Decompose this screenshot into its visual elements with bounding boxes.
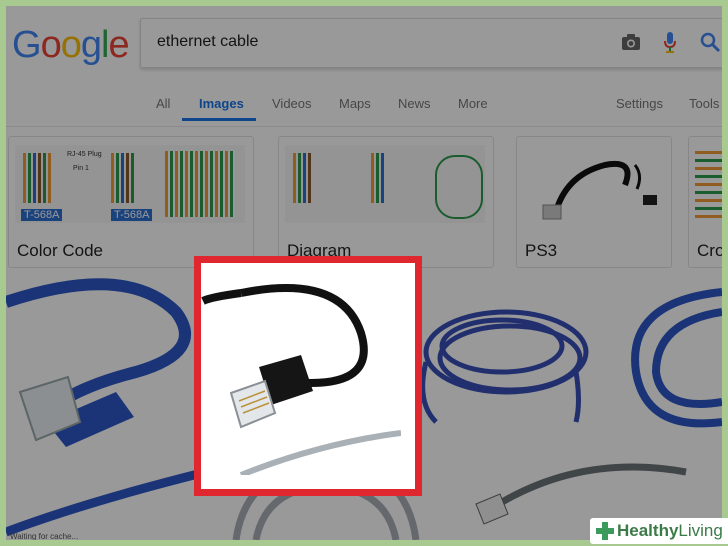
- tools-link[interactable]: Tools: [689, 96, 719, 111]
- wiring-diagram-image: RJ-45 Plug Pin 1 T-568A T-568A: [15, 145, 245, 223]
- logo-letter: o: [60, 24, 82, 66]
- logo-letter: o: [40, 24, 62, 66]
- microphone-icon[interactable]: [663, 31, 677, 58]
- related-chip-crossover[interactable]: Cro: [688, 136, 722, 268]
- chip-label: Color Code: [17, 241, 103, 260]
- logo-letter: g: [80, 24, 102, 66]
- cable-loop-image: [435, 155, 483, 219]
- search-input[interactable]: ethernet cable: [157, 33, 258, 51]
- image-result-blue-patch-cable[interactable]: [616, 282, 722, 452]
- image-result-blue-cable[interactable]: [6, 272, 206, 540]
- active-tab-indicator: [182, 118, 256, 121]
- related-chip-diagram[interactable]: Diagram: [278, 136, 494, 268]
- status-bar-text: Waiting for cache...: [10, 532, 79, 540]
- search-icon[interactable]: [699, 31, 721, 58]
- plus-logo-icon: [596, 522, 614, 540]
- related-chip-ps3[interactable]: PS3: [516, 136, 672, 268]
- logo-letter: e: [108, 24, 129, 66]
- logo-letter: G: [12, 24, 42, 66]
- diagram-standard-label: T-568A: [21, 209, 63, 221]
- brand-name-light: Living: [678, 521, 723, 540]
- diagram-standard-label: T-568A: [111, 209, 153, 221]
- related-chip-color-code[interactable]: RJ-45 Plug Pin 1 T-568A T-568A Color Cod…: [8, 136, 254, 268]
- image-result-coiled-blue-cable[interactable]: [406, 292, 606, 442]
- camera-icon[interactable]: [621, 33, 641, 56]
- tab-videos[interactable]: Videos: [272, 96, 312, 111]
- tab-all[interactable]: All: [156, 96, 170, 111]
- diagram-pin-label: Pin 1: [73, 165, 89, 172]
- tab-images[interactable]: Images: [199, 96, 244, 111]
- search-box[interactable]: ethernet cable: [140, 18, 722, 68]
- wiring-diagram-image: [285, 145, 485, 223]
- black-cable-image: [542, 161, 657, 220]
- brand-name-bold: Healthy: [617, 521, 679, 540]
- google-logo[interactable]: Google: [12, 24, 130, 67]
- tab-news[interactable]: News: [398, 96, 431, 111]
- healthy-living-watermark: Healthy Living: [590, 518, 728, 544]
- highlighted-image-result[interactable]: [194, 256, 422, 496]
- chip-label: Cro: [697, 241, 722, 260]
- chip-label: PS3: [525, 241, 558, 260]
- search-tabs: All Images Videos Maps News More Setting…: [6, 86, 722, 126]
- black-ethernet-cable-image: [201, 263, 402, 478]
- diagram-plug-label: RJ-45 Plug: [67, 151, 102, 158]
- settings-link[interactable]: Settings: [616, 96, 663, 111]
- wire-color-chart: [165, 151, 235, 217]
- tabs-divider: [6, 126, 722, 127]
- crossover-diagram-image: [695, 151, 722, 221]
- tab-more[interactable]: More: [458, 96, 488, 111]
- tab-maps[interactable]: Maps: [339, 96, 371, 111]
